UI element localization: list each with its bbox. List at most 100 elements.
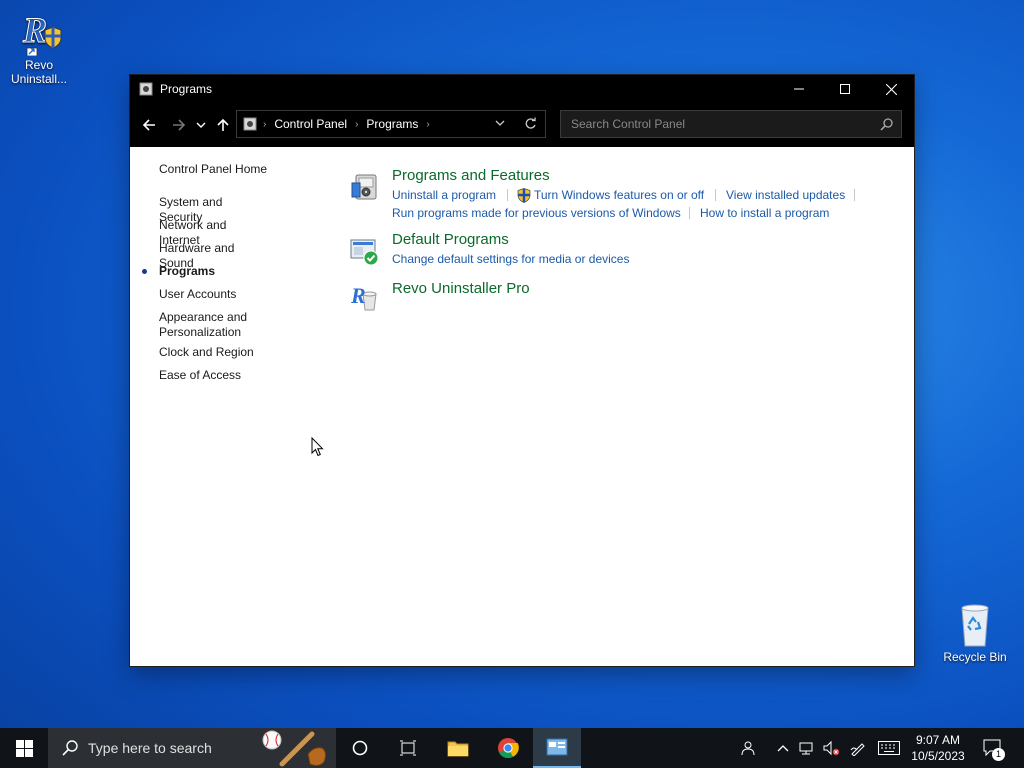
address-dropdown-button[interactable] [495,119,505,127]
chevron-down-icon [495,120,505,126]
control-panel-icon [139,82,153,96]
control-panel-icon [546,738,568,756]
clock-time: 9:07 AM [915,733,961,747]
svg-text:R: R [22,10,47,50]
back-arrow-icon [142,119,155,131]
default-programs-icon [350,237,380,267]
revo-uninstaller-desktop-icon[interactable]: R Revo Uninstall... [1,8,77,87]
control-panel-taskbar-button[interactable] [533,728,581,768]
forward-arrow-icon [173,119,186,131]
title-bar[interactable]: Programs [130,75,914,103]
minimize-icon [794,88,804,90]
clock-date: 10/5/2023 [911,749,965,763]
refresh-button[interactable] [524,117,537,130]
search-input[interactable] [569,116,873,132]
window-title: Programs [160,82,213,96]
up-arrow-icon [217,118,229,131]
taskbar-clock[interactable]: 9:07 AM 10/5/2023 [905,732,971,764]
navigation-bar: › Control Panel › Programs › [130,103,914,147]
svg-text:R: R [350,283,366,308]
search-icon [880,118,893,131]
network-status-button[interactable] [796,728,818,768]
recycle-bin-icon [951,600,999,648]
sidebar-item-appearance-personalization[interactable]: Appearance and Personalization [159,310,269,340]
close-button[interactable] [868,75,914,103]
chrome-icon [498,738,519,759]
notification-count-badge: 1 [992,748,1005,761]
pen-icon [850,743,865,756]
taskbar-search-placeholder: Type here to search [88,740,212,756]
search-box[interactable] [560,110,902,138]
revo-uninstaller-title[interactable]: Revo Uninstaller Pro [392,280,530,297]
show-hidden-icons-button[interactable] [773,728,793,768]
folder-icon [447,741,469,757]
control-panel-window: Programs › Control Panel › Programs › Se… [130,75,914,666]
how-to-install-link[interactable]: How to install a program [700,206,829,220]
chevron-down-icon [196,122,206,128]
link-separator [689,207,690,219]
task-view-button[interactable] [384,728,432,768]
volume-button[interactable] [820,728,842,768]
change-default-settings-link[interactable]: Change default settings for media or dev… [392,252,629,266]
sidebar-item-programs[interactable]: Programs [159,264,269,279]
programs-features-icon [350,171,380,201]
forward-button[interactable] [167,113,191,137]
close-icon [885,83,897,95]
breadcrumb-separator-icon: › [426,118,430,130]
people-button[interactable] [736,728,758,768]
breadcrumb-programs[interactable]: Programs [366,117,418,131]
address-bar[interactable]: › Control Panel › Programs › [236,110,546,138]
network-icon [799,742,813,755]
view-installed-updates-link[interactable]: View installed updates [726,188,845,202]
uac-shield-icon [517,188,531,203]
chevron-up-icon [777,745,789,752]
revo-uninstaller-icon: R [350,282,380,312]
task-view-icon [400,740,416,756]
revo-icon: R [15,8,63,57]
compatibility-link[interactable]: Run programs made for previous versions … [392,206,681,220]
windows-logo-icon [15,739,33,757]
recycle-bin-label: Recycle Bin [943,650,1007,664]
recent-locations-button[interactable] [192,113,210,137]
sidebar-item-ease-of-access[interactable]: Ease of Access [159,368,269,383]
programs-features-title[interactable]: Programs and Features [392,167,550,184]
uninstall-program-link[interactable]: Uninstall a program [392,188,496,202]
link-separator [715,189,716,201]
cortana-button[interactable] [336,728,384,768]
volume-muted-icon [823,740,840,756]
revo-desktop-label: Revo Uninstall... [10,58,68,86]
link-separator [507,189,508,201]
maximize-icon [840,84,850,94]
keyboard-icon [878,741,900,755]
breadcrumb-control-panel[interactable]: Control Panel [274,117,347,131]
action-center-button[interactable]: 1 [978,728,1008,768]
breadcrumb-separator-icon: › [263,118,267,130]
taskbar-search-box[interactable]: Type here to search [48,728,336,768]
maximize-button[interactable] [822,75,868,103]
sidebar-item-clock-region[interactable]: Clock and Region [159,345,269,360]
control-panel-icon [243,117,257,131]
breadcrumb-separator-icon: › [355,118,359,130]
cortana-circle-icon [352,740,368,756]
link-separator [854,189,855,201]
windows-features-link[interactable]: Turn Windows features on or off [534,188,704,202]
file-explorer-button[interactable] [434,728,482,768]
start-button[interactable] [0,728,48,768]
active-item-bullet [142,269,147,274]
sidebar-item-control-panel-home[interactable]: Control Panel Home [159,162,269,177]
people-icon [741,741,755,756]
refresh-icon [525,117,536,129]
chrome-button[interactable] [484,728,532,768]
pen-workspace-button[interactable] [847,728,869,768]
sidebar-item-user-accounts[interactable]: User Accounts [159,287,269,302]
up-button[interactable] [211,113,235,137]
default-programs-title[interactable]: Default Programs [392,231,509,248]
minimize-button[interactable] [776,75,822,103]
baseball-doodle-icon [260,728,334,768]
recycle-bin-desktop-icon[interactable]: Recycle Bin [937,600,1013,664]
touch-keyboard-button[interactable] [876,728,902,768]
mouse-cursor-icon [311,436,325,462]
back-button[interactable] [137,113,161,137]
taskbar: Type here to search 9:07 AM 10/5/2023 1 [0,728,1024,768]
search-icon [62,740,78,756]
